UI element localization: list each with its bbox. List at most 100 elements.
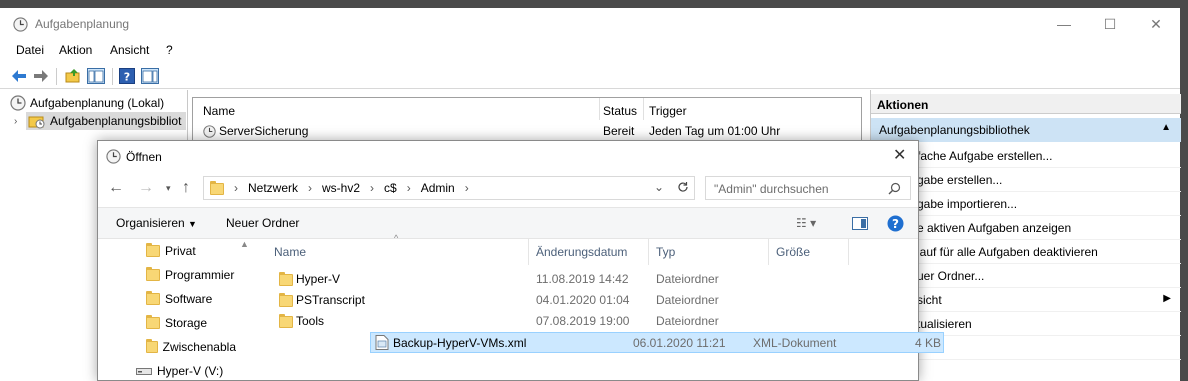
up-arrow-icon[interactable]: ↑ xyxy=(182,179,190,197)
task-name: ServerSicherung xyxy=(219,124,309,138)
folder-clock-icon xyxy=(28,116,45,129)
column-header-status[interactable]: Status xyxy=(603,104,637,118)
breadcrumb-c[interactable]: c$ xyxy=(384,181,397,195)
file-list: ^ Name Änderungsdatum Typ Größe Hyper-V … xyxy=(258,233,944,381)
file-name: PSTranscript xyxy=(296,293,365,307)
folder-icon xyxy=(146,267,160,281)
nav-label: Software xyxy=(165,292,213,306)
maximize-button[interactable]: ☐ xyxy=(1087,8,1133,40)
file-row[interactable]: Tools 07.08.2019 19:00 Dateiordner xyxy=(272,311,852,332)
breadcrumb-separator: › xyxy=(406,181,411,195)
svg-text:?: ? xyxy=(892,217,899,231)
nav-item-storage[interactable]: Storage xyxy=(146,311,236,335)
column-header-date[interactable]: Änderungsdatum xyxy=(536,245,627,259)
search-placeholder: "Admin" durchsuchen xyxy=(714,182,829,196)
toolbar-separator xyxy=(56,68,57,85)
address-row: ← → ▾ ↑ › Netzwerk › ws-hv2 › c$ › Admin… xyxy=(98,173,918,207)
show-hide-action-pane-icon[interactable] xyxy=(141,67,159,85)
new-folder-button[interactable]: Neuer Ordner xyxy=(226,216,299,230)
nav-item-programmier[interactable]: Programmier xyxy=(146,263,236,287)
forward-icon[interactable] xyxy=(32,67,50,85)
column-header-type[interactable]: Typ xyxy=(656,245,675,259)
open-dialog: Öffnen ✕ ← → ▾ ↑ › Netzwerk › ws-hv2 › c… xyxy=(97,140,944,381)
submenu-arrow-icon: ▶ xyxy=(1163,293,1171,304)
toolbar-separator xyxy=(112,68,113,85)
actions-header: Aktionen xyxy=(871,94,1181,114)
file-row-selected[interactable]: Backup-HyperV-VMs.xml 06.01.2020 11:21 X… xyxy=(370,332,944,353)
organize-button[interactable]: Organisieren ▼ xyxy=(116,216,197,230)
column-separator xyxy=(528,239,529,265)
folder-icon xyxy=(146,315,160,329)
nav-scrollbar[interactable]: ▲ xyxy=(238,239,252,381)
navigation-pane: Privat Programmier Software Storage Zwis… xyxy=(98,239,253,381)
help-icon[interactable]: ? xyxy=(887,215,904,232)
menu-bar: Datei Aktion Ansicht ? xyxy=(0,40,1180,60)
search-input[interactable]: "Admin" durchsuchen xyxy=(705,176,911,200)
refresh-icon[interactable] xyxy=(673,177,693,197)
column-header-name[interactable]: Name xyxy=(274,245,306,259)
folder-icon xyxy=(146,339,158,353)
column-header-name[interactable]: Name xyxy=(203,104,235,118)
xml-file-icon xyxy=(375,335,389,350)
table-row[interactable]: ServerSicherung xyxy=(203,124,308,138)
tree-item-root[interactable]: Aufgabenplanung (Lokal) xyxy=(10,94,164,112)
clock-icon xyxy=(106,149,121,164)
clock-icon xyxy=(13,17,28,32)
back-icon[interactable] xyxy=(10,67,28,85)
actions-section-label: Aufgabenplanungsbibliothek xyxy=(879,123,1030,137)
search-icon[interactable] xyxy=(888,182,901,195)
breadcrumb-ws-hv2[interactable]: ws-hv2 xyxy=(322,181,360,195)
breadcrumb-separator: › xyxy=(464,181,469,195)
menu-aktion[interactable]: Aktion xyxy=(59,43,92,57)
folder-up-icon[interactable] xyxy=(64,67,82,85)
breadcrumb-admin[interactable]: Admin xyxy=(421,181,455,195)
help-icon[interactable]: ? xyxy=(118,67,136,85)
folder-icon xyxy=(279,314,293,328)
file-row[interactable]: Hyper-V 11.08.2019 14:42 Dateiordner xyxy=(272,269,852,290)
folder-icon xyxy=(146,243,160,257)
file-row[interactable]: PSTranscript 04.01.2020 01:04 Dateiordne… xyxy=(272,290,852,311)
toolbar: ? xyxy=(0,63,1180,89)
file-date: 07.08.2019 19:00 xyxy=(536,314,630,328)
nav-label: Zwischenabla xyxy=(162,340,236,354)
nav-item-privat[interactable]: Privat xyxy=(146,239,236,263)
view-options-icon[interactable]: ☷ ▾ xyxy=(796,216,816,230)
column-header-size[interactable]: Größe xyxy=(776,245,810,259)
file-name: Tools xyxy=(296,314,325,328)
nav-label: Storage xyxy=(165,316,208,330)
tree-item-library[interactable]: › Aufgabenplanungsbibliot xyxy=(14,112,186,130)
nav-label: Programmier xyxy=(165,268,235,282)
close-button[interactable]: ✕ xyxy=(1133,8,1179,40)
svg-text:?: ? xyxy=(124,71,130,84)
sort-ascending-icon: ^ xyxy=(394,233,399,243)
nav-item-zwischenablage[interactable]: Zwischenabla xyxy=(146,335,236,359)
file-type: Dateiordner xyxy=(656,272,719,286)
tree-root-label: Aufgabenplanung (Lokal) xyxy=(30,96,165,110)
address-bar[interactable]: › Netzwerk › ws-hv2 › c$ › Admin › ⌄ xyxy=(203,176,695,200)
column-header-trigger[interactable]: Trigger xyxy=(649,104,687,118)
task-status: Bereit xyxy=(603,124,635,138)
preview-pane-icon[interactable] xyxy=(852,217,868,230)
dialog-close-icon[interactable]: ✕ xyxy=(893,145,906,165)
breadcrumb-netzwerk[interactable]: Netzwerk xyxy=(248,181,298,195)
nav-item-hyper-v-drive[interactable]: Hyper-V (V:) xyxy=(136,359,236,381)
minimize-button[interactable]: — xyxy=(1041,8,1087,40)
scroll-up-icon[interactable]: ▲ xyxy=(240,239,249,249)
address-dropdown-icon[interactable]: ⌄ xyxy=(654,180,664,194)
chevron-right-icon[interactable]: › xyxy=(14,116,26,127)
collapse-up-icon[interactable]: ▲ xyxy=(1161,122,1171,133)
nav-item-software[interactable]: Software xyxy=(146,287,236,311)
clock-icon xyxy=(203,124,216,138)
folder-icon xyxy=(210,181,224,195)
show-hide-console-tree-icon[interactable] xyxy=(87,67,105,85)
file-type: Dateiordner xyxy=(656,293,719,307)
recent-dropdown-icon[interactable]: ▾ xyxy=(166,183,171,194)
menu-datei[interactable]: Datei xyxy=(16,43,44,57)
folder-icon xyxy=(279,272,293,286)
organize-label: Organisieren xyxy=(116,216,185,230)
menu-ansicht[interactable]: Ansicht xyxy=(110,43,149,57)
menu-help[interactable]: ? xyxy=(166,43,173,57)
forward-arrow-icon[interactable]: → xyxy=(138,179,154,197)
back-arrow-icon[interactable]: ← xyxy=(108,179,124,197)
actions-section-header[interactable]: Aufgabenplanungsbibliothek ▲ xyxy=(871,118,1181,142)
